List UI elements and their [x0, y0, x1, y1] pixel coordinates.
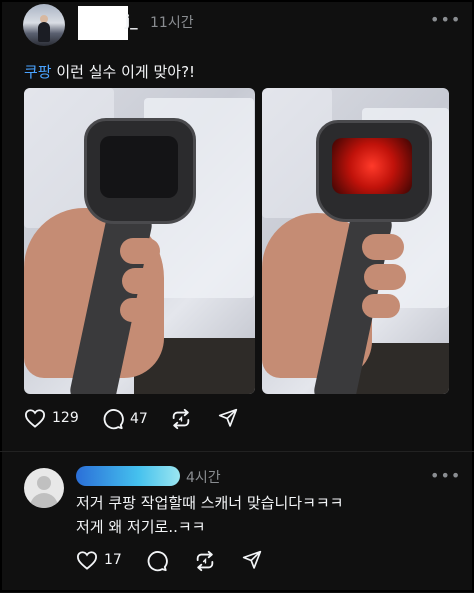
reply-repost-button[interactable] — [194, 550, 216, 572]
reply-username-redaction — [76, 466, 180, 486]
comment-count: 47 — [130, 411, 148, 427]
repost-button[interactable] — [170, 408, 192, 430]
author-username[interactable]: j_ — [125, 12, 138, 30]
username-redaction — [78, 6, 128, 40]
post-image-scanner-on[interactable] — [262, 88, 449, 394]
reply-time: 4시간 — [186, 470, 221, 486]
post-caption: 쿠팡 이런 실수 이게 맞아?! — [24, 61, 195, 82]
heart-icon — [76, 550, 98, 570]
share-icon — [218, 408, 238, 428]
comment-button[interactable]: 47 — [102, 408, 148, 430]
like-button[interactable]: 129 — [24, 408, 79, 428]
repost-icon — [194, 550, 216, 572]
author-avatar[interactable] — [23, 4, 65, 46]
reply-like-count: 17 — [104, 552, 122, 568]
comment-icon — [102, 408, 124, 430]
reply-post: 4시간 ••• 저거 쿠팡 작업할때 스캐너 맞습니다ㅋㅋㅋ 저게 왜 저기로.… — [0, 451, 474, 593]
reply-text-line2: 저게 왜 저기로..ㅋㅋ — [76, 518, 206, 536]
share-button[interactable] — [218, 408, 238, 428]
caption-hashtag[interactable]: 쿠팡 — [24, 63, 52, 81]
reply-text-line1: 저거 쿠팡 작업할때 스캐너 맞습니다ㅋㅋㅋ — [76, 494, 344, 512]
share-icon — [242, 550, 262, 570]
thread-post: j_ 11시간 ••• 쿠팡 이런 실수 이게 맞아?! 129 47 — [0, 0, 474, 450]
caption-text: 이런 실수 이게 맞아?! — [51, 63, 196, 81]
reply-like-button[interactable]: 17 — [76, 550, 122, 570]
reply-more-options-icon[interactable]: ••• — [430, 466, 461, 485]
more-options-icon[interactable]: ••• — [430, 10, 461, 29]
reply-comment-button[interactable] — [146, 550, 168, 572]
like-count: 129 — [52, 410, 79, 426]
post-image-scanner-off[interactable] — [24, 88, 255, 394]
post-time: 11시간 — [150, 15, 194, 31]
reply-share-button[interactable] — [242, 550, 262, 570]
reply-avatar[interactable] — [24, 468, 64, 508]
repost-icon — [170, 408, 192, 430]
heart-icon — [24, 408, 46, 428]
comment-icon — [146, 550, 168, 572]
